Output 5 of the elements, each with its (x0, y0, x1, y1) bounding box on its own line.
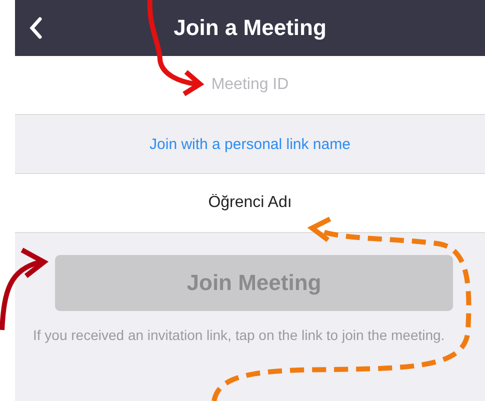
meeting-id-field[interactable]: Meeting ID (15, 56, 485, 114)
back-icon[interactable] (29, 17, 43, 39)
window-title: Join a Meeting (172, 15, 328, 41)
personal-link[interactable]: Join with a personal link name (150, 136, 350, 152)
help-text: If you received an invitation link, tap on the link to join the meeting. (33, 326, 446, 345)
